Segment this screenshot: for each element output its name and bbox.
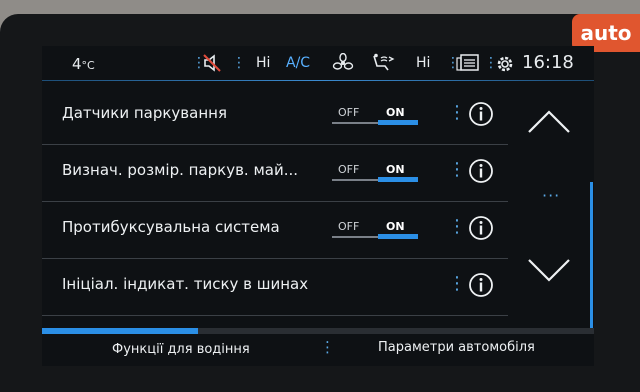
toggle-off-label[interactable]: OFF (338, 220, 359, 233)
status-separator: ⋮ (232, 55, 246, 71)
row-options-icon[interactable]: ⋮ (448, 216, 466, 237)
status-bar: 4°C ⋮ ⋮ Hi A/C Hi ⋮ ⋮ 16:18 (42, 46, 594, 82)
toggle-on-label[interactable]: ON (386, 163, 405, 176)
toggle-on-label[interactable]: ON (386, 220, 405, 233)
ac-button[interactable]: A/C (286, 55, 310, 71)
bottom-tabs: Функції для водіння ⋮ Параметри автомобі… (42, 334, 594, 366)
toggle-indicator (378, 234, 418, 239)
info-icon[interactable] (468, 101, 494, 131)
tab-driving-functions[interactable]: Функції для водіння (112, 342, 250, 357)
scroll-down-chevron-icon[interactable] (525, 256, 573, 290)
toggle-indicator (378, 120, 418, 125)
row-label: Протибуксувальна система (62, 218, 280, 236)
info-icon[interactable] (468, 272, 494, 302)
scroll-up-chevron-icon[interactable] (525, 106, 573, 140)
status-divider (42, 80, 594, 81)
scroll-position-indicator[interactable] (590, 182, 593, 332)
row-label: Датчики паркування (62, 104, 227, 122)
more-indicator: ··· (542, 186, 561, 205)
tab-vehicle-settings[interactable]: Параметри автомобіля (378, 340, 535, 355)
row-label: Визнач. розмір. паркув. май... (62, 161, 299, 179)
toggle-parking-space-measure[interactable]: OFF ON (332, 161, 418, 183)
outside-temperature: 4°C (72, 55, 95, 73)
info-icon[interactable] (468, 158, 494, 188)
toggle-parking-sensors[interactable]: OFF ON (332, 104, 418, 126)
scroll-navigation: ··· (520, 86, 590, 316)
clock: 16:18 (522, 52, 574, 73)
infotainment-screen: 4°C ⋮ ⋮ Hi A/C Hi ⋮ ⋮ 16:18 Датчики парк… (42, 46, 594, 366)
mute-icon[interactable] (202, 53, 222, 77)
row-options-icon[interactable]: ⋮ (448, 159, 466, 180)
tab-separator: ⋮ (320, 338, 335, 356)
fan-icon[interactable] (332, 52, 354, 77)
seat-airflow-icon[interactable] (370, 53, 396, 77)
info-icon[interactable] (468, 215, 494, 245)
setting-row-parking-sensors: Датчики паркування OFF ON ⋮ (42, 88, 508, 145)
row-options-icon[interactable]: ⋮ (448, 102, 466, 123)
toggle-traction-control[interactable]: OFF ON (332, 218, 418, 240)
fan-speed-left[interactable]: Hi (256, 55, 270, 71)
toggle-off-label[interactable]: OFF (338, 163, 359, 176)
setting-row-traction-control: Протибуксувальна система OFF ON ⋮ (42, 202, 508, 259)
menu-list-icon[interactable] (456, 54, 480, 76)
toggle-indicator (378, 177, 418, 182)
toggle-off-label[interactable]: OFF (338, 106, 359, 119)
row-options-icon[interactable]: ⋮ (448, 273, 466, 294)
setting-row-tyre-pressure-init[interactable]: Ініціал. індикат. тиску в шинах ⋮ (42, 259, 508, 316)
gear-icon[interactable] (495, 54, 515, 78)
setting-row-parking-space-measure: Визнач. розмір. паркув. май... OFF ON ⋮ (42, 145, 508, 202)
toggle-on-label[interactable]: ON (386, 106, 405, 119)
row-label: Ініціал. індикат. тиску в шинах (62, 275, 309, 293)
fan-speed-right[interactable]: Hi (416, 55, 430, 71)
